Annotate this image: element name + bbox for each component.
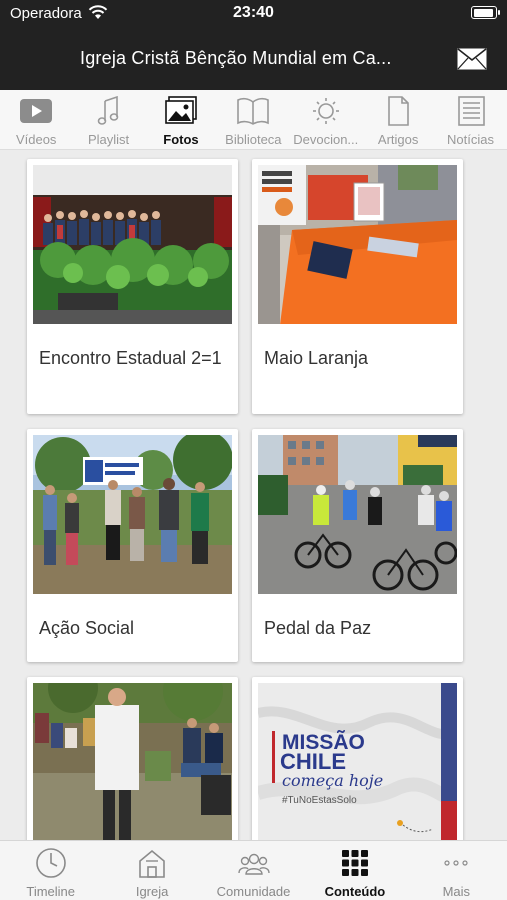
album-card[interactable] [27,677,238,840]
bottom-tab-mais[interactable]: Mais [406,841,507,900]
bottom-tab-label: Mais [442,884,471,899]
photos-icon [165,96,197,124]
album-grid: Encontro Estadual 2=1 Maio Laranja Ação … [0,151,507,840]
album-thumbnail [33,165,232,324]
album-thumbnail [33,683,232,840]
news-icon [457,96,485,126]
document-icon [388,96,409,126]
tab-devocionais[interactable]: Devocion... [290,90,362,150]
music-note-icon [97,96,118,125]
tab-label: Artigos [377,132,419,147]
album-card[interactable]: MISSÃO CHILE começa hoje #TuNoEstasSolo [252,677,463,840]
battery-icon [471,6,500,19]
people-icon [237,853,270,875]
album-card[interactable]: Pedal da Paz [252,429,463,662]
tab-label: Playlist [87,132,130,147]
bottom-tab-label: Timeline [26,884,76,899]
bottom-tab-label: Comunidade [216,884,291,899]
tab-noticias[interactable]: Notícias [434,90,506,150]
album-thumbnail: MISSÃO CHILE começa hoje #TuNoEstasSolo [258,683,457,840]
tab-artigos[interactable]: Artigos [362,90,434,150]
bottom-tab-comunidade[interactable]: Comunidade [203,841,304,900]
top-bar: Operadora 23:40 Igreja Cristã Bênção Mun… [0,0,507,90]
album-title: Ação Social [39,618,135,638]
book-icon [237,97,270,125]
album-title: Pedal da Paz [264,618,372,638]
tab-label: Devocion... [293,132,359,147]
video-icon [20,99,53,123]
mail-icon[interactable] [457,48,487,70]
bottom-tab-label: Igreja [135,884,169,899]
bottom-tab-label: Conteúdo [324,884,386,899]
tab-label: Fotos [163,132,199,147]
bottom-tab-timeline[interactable]: Timeline [0,841,101,900]
tab-label: Biblioteca [225,132,282,147]
album-card[interactable]: Encontro Estadual 2=1 [27,159,238,414]
album-thumbnail [258,165,457,324]
album-thumbnail [33,435,232,594]
tab-fotos[interactable]: Fotos [145,90,217,150]
tab-label: Notícias [447,132,495,147]
church-icon [139,849,165,878]
status-time: 23:40 [233,4,274,21]
album-title: Maio Laranja [264,348,369,368]
bottom-tab-conteudo[interactable]: Conteúdo [304,841,405,900]
album-thumbnail [258,435,457,594]
page-title: Igreja Cristã Bênção Mundial em Ca... [80,48,392,68]
status-bar: Operadora 23:40 [0,0,507,28]
grid-icon [341,850,368,876]
clock-icon [35,848,66,878]
more-icon [444,860,468,866]
tab-label: Vídeos [15,132,57,147]
tab-playlist[interactable]: Playlist [72,90,144,150]
comeca-hoje-text: começa hoje [282,771,383,790]
album-title: Encontro Estadual 2=1 [39,348,222,368]
bottom-tab-igreja[interactable]: Igreja [101,841,202,900]
tab-biblioteca[interactable]: Biblioteca [217,90,289,150]
bottom-nav: Timeline Igreja Comunidade Conteúdo Mais [0,840,507,900]
album-card[interactable]: Ação Social [27,429,238,662]
hashtag-text: #TuNoEstasSolo [282,795,357,806]
tab-videos[interactable]: Vídeos [0,90,72,150]
category-tabs: Vídeos Playlist Fotos Biblioteca Devocio… [0,90,507,150]
sun-icon [312,98,339,124]
album-card[interactable]: Maio Laranja [252,159,463,414]
